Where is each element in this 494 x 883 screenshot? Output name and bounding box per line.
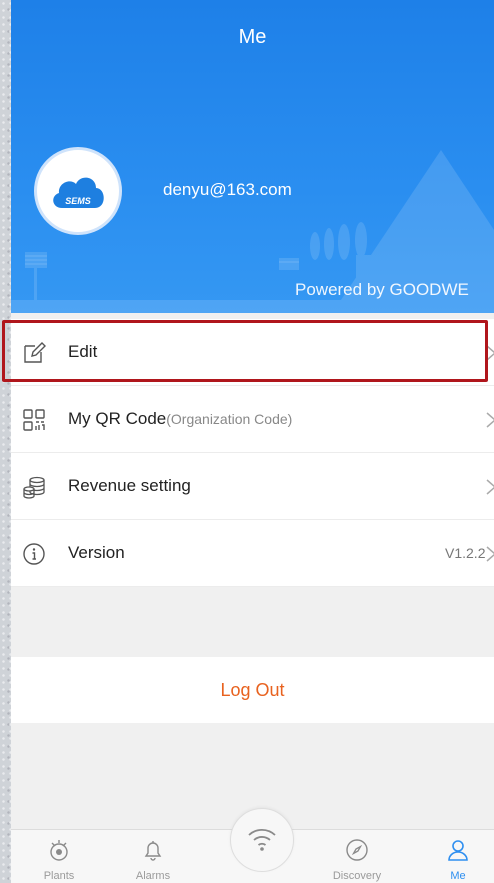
menu-item-label: Edit (68, 342, 98, 361)
tab-label: Plants (43, 870, 75, 882)
menu-item-label: Version (68, 543, 125, 562)
chevron-right-icon (486, 412, 494, 428)
version-number: V1.2.2 (445, 545, 486, 561)
qr-code-icon (23, 409, 45, 431)
tab-discovery[interactable]: Discovery (322, 830, 392, 883)
info-icon (23, 543, 45, 565)
tab-label: Me (450, 870, 466, 882)
logout-button[interactable]: Log Out (11, 657, 494, 723)
avatar[interactable]: SEMS (34, 147, 122, 235)
plant-eye-icon (50, 840, 68, 861)
page-title: Me (238, 26, 267, 48)
coins-icon (23, 476, 45, 499)
chevron-right-icon (486, 345, 494, 361)
menu-item-edit[interactable]: Edit (11, 319, 494, 386)
edit-icon (24, 342, 46, 363)
chevron-right-icon (486, 546, 494, 562)
qr-code-label: My QR Code (68, 409, 167, 428)
menu-item-label: Revenue setting (68, 476, 191, 495)
sems-logo-text: SEMS (65, 196, 91, 206)
tab-label: Alarms (135, 870, 171, 882)
wifi-icon (248, 828, 276, 851)
wifi-config-button[interactable] (230, 808, 294, 872)
qr-code-sublabel: (Organization Code) (166, 411, 293, 427)
sems-cloud-logo-icon: SEMS (53, 177, 104, 208)
menu-item-label: My QR Code(Organization Code) (68, 409, 292, 429)
tab-me[interactable]: Me (423, 830, 493, 883)
phone-screen: Me SEMS denyu@163.com Powered by GOODWE … (11, 0, 494, 883)
menu-item-qr-code[interactable]: My QR Code(Organization Code) (11, 386, 494, 453)
profile-header: Me SEMS denyu@163.com Powered by GOODWE (11, 0, 494, 313)
powered-by-text: Powered by GOODWE (295, 280, 469, 299)
tab-label: Discovery (332, 870, 382, 882)
chevron-right-icon (486, 479, 494, 495)
compass-icon (346, 839, 368, 861)
user-email: denyu@163.com (163, 180, 292, 199)
person-icon (448, 840, 468, 861)
settings-menu: Edit My QR Code(Organization Code) Reven… (11, 319, 494, 587)
tab-alarms[interactable]: Alarms (118, 830, 188, 883)
menu-item-version[interactable]: Version V1.2.2 (11, 520, 494, 587)
bell-icon (144, 841, 162, 861)
tab-plants[interactable]: Plants (24, 830, 94, 883)
menu-item-revenue-setting[interactable]: Revenue setting (11, 453, 494, 520)
